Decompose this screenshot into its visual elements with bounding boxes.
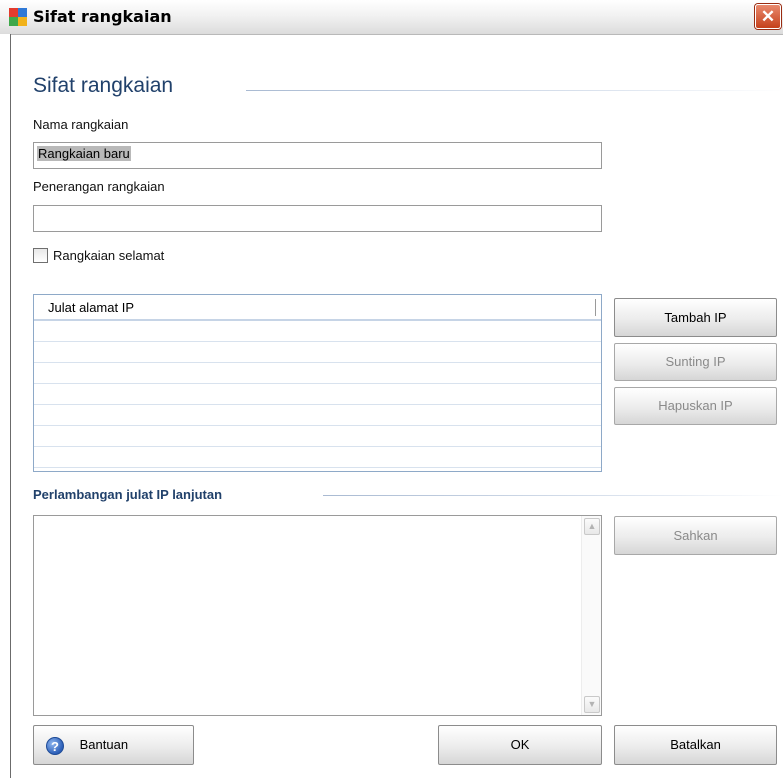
list-row-line	[34, 467, 601, 468]
column-separator[interactable]	[595, 299, 596, 316]
help-button-label: Bantuan	[79, 737, 129, 752]
window-title: Sifat rangkaian	[33, 7, 172, 26]
column-header-ip-range[interactable]: Julat alamat IP	[48, 300, 134, 315]
apply-button[interactable]: Sahkan	[614, 516, 777, 555]
edit-ip-button[interactable]: Sunting IP	[614, 343, 777, 381]
name-label: Nama rangkaian	[33, 117, 129, 132]
help-button[interactable]: ? Bantuan	[33, 725, 194, 765]
page-title: Sifat rangkaian	[33, 74, 174, 97]
list-row-line	[34, 383, 601, 384]
cancel-button[interactable]: Batalkan	[614, 725, 777, 765]
advanced-section-title: Perlambangan julat IP lanjutan	[33, 487, 223, 502]
ip-range-list[interactable]: Julat alamat IP	[33, 294, 602, 472]
close-icon[interactable]: ✕	[755, 4, 781, 29]
description-label: Penerangan rangkaian	[33, 179, 165, 194]
advanced-ip-textarea[interactable]: ▲ ▼	[33, 515, 602, 716]
list-row-line	[34, 362, 601, 363]
add-ip-button[interactable]: Tambah IP	[614, 298, 777, 337]
list-row-line	[34, 404, 601, 405]
section-divider	[246, 90, 783, 91]
title-bar: Sifat rangkaian ✕	[0, 0, 783, 35]
list-row-line	[34, 341, 601, 342]
name-field[interactable]: Rangkaian baru	[33, 142, 602, 169]
list-row-line	[34, 446, 601, 447]
delete-ip-button[interactable]: Hapuskan IP	[614, 387, 777, 425]
list-row-line	[34, 425, 601, 426]
app-icon	[9, 8, 27, 26]
help-icon: ?	[46, 736, 64, 755]
textarea-scrollbar[interactable]: ▲ ▼	[581, 516, 601, 715]
window-frame	[0, 34, 11, 778]
description-field[interactable]	[33, 205, 602, 232]
scroll-up-icon[interactable]: ▲	[584, 518, 600, 535]
safe-network-checkbox[interactable]	[33, 248, 48, 263]
ok-button[interactable]: OK	[438, 725, 602, 765]
scroll-down-icon[interactable]: ▼	[584, 696, 600, 713]
name-field-value: Rangkaian baru	[37, 146, 131, 161]
safe-network-label[interactable]: Rangkaian selamat	[53, 248, 164, 263]
advanced-section-divider	[323, 495, 783, 496]
list-header[interactable]: Julat alamat IP	[34, 295, 601, 321]
